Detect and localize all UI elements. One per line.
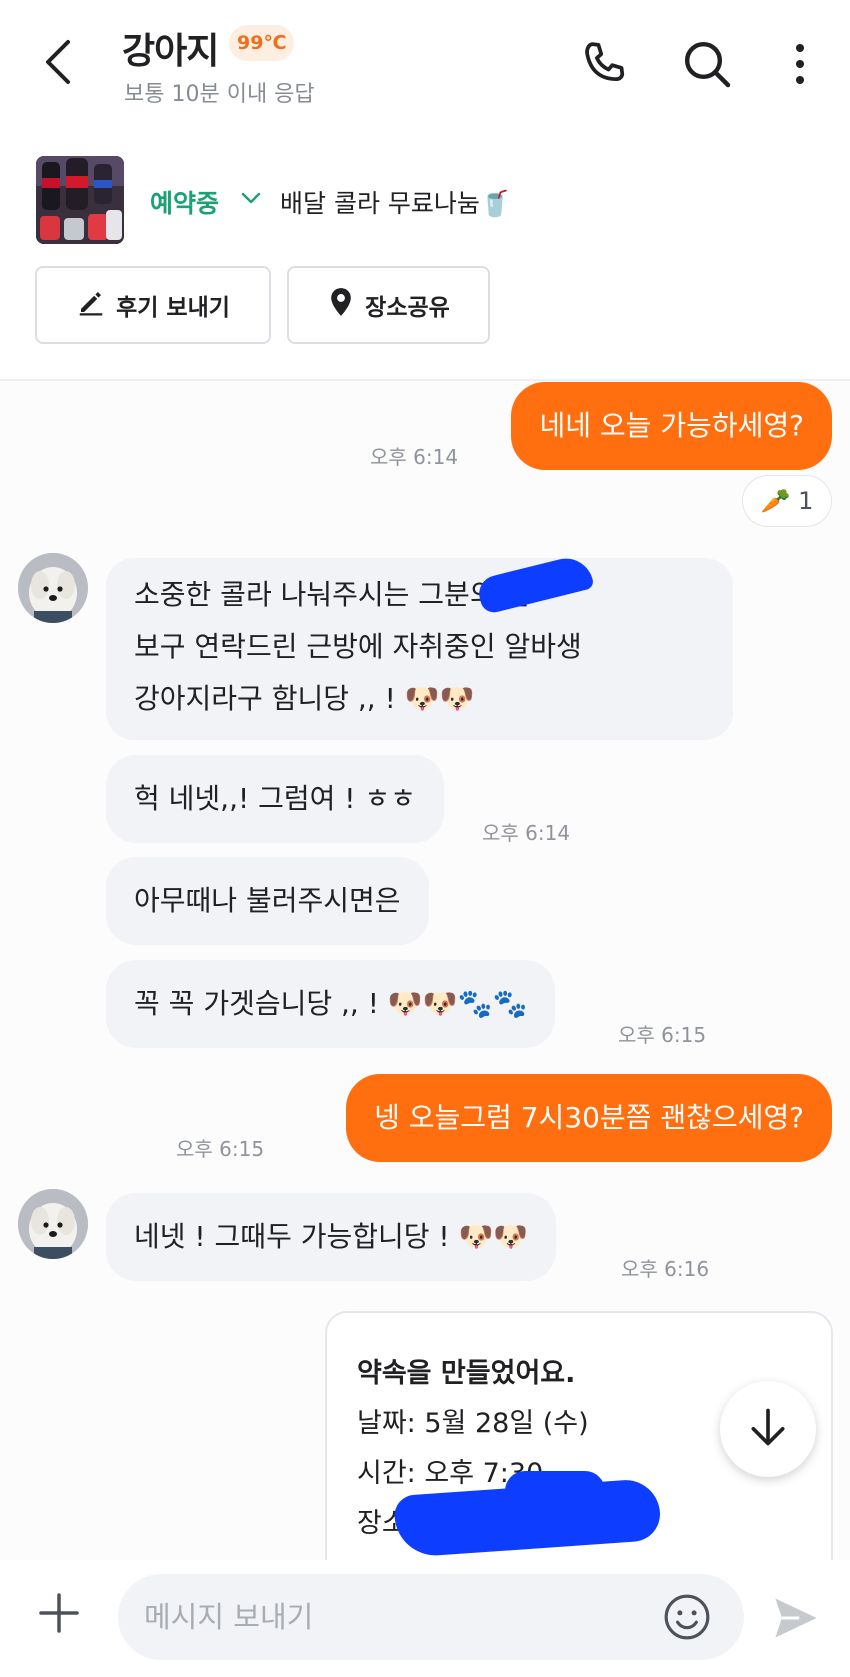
chevron-down-icon[interactable] <box>240 187 262 209</box>
appointment-title: 약속을 만들었어요. <box>357 1358 576 1389</box>
message-composer <box>0 1560 850 1677</box>
chat-message-list[interactable]: 네네 오늘 가능하세영? 오후 6:14 🥕 1 소중한 콜라 나눠주시는 그분… <box>0 381 850 1560</box>
avatar[interactable] <box>18 553 88 623</box>
message-time: 오후 6:14 <box>482 821 571 845</box>
product-summary: 예약중 배달 콜라 무료나눔🥤 후기 보내기 장소공유 <box>0 124 850 381</box>
incoming-message[interactable]: 아무때나 불러주시면은 <box>106 857 429 945</box>
outgoing-message[interactable]: 넹 오늘그럼 7시30분쯤 괜찮으세영? <box>346 1074 832 1162</box>
redaction-scribble <box>505 1471 605 1511</box>
reservation-status[interactable]: 예약중 <box>150 184 219 220</box>
incoming-message[interactable]: 헉 네넷,,! 그럼여 ! ㅎㅎ <box>106 755 444 843</box>
chat-partner-name: 강아지 <box>122 31 219 72</box>
message-time: 오후 6:14 <box>370 445 459 469</box>
response-time-label: 보통 10분 이내 응답 <box>124 82 315 107</box>
search-icon[interactable] <box>679 36 735 92</box>
message-input[interactable] <box>118 1574 744 1660</box>
incoming-message[interactable]: 네넷 ! 그때두 가능합니당 ! 🐶🐶 <box>106 1193 557 1281</box>
share-place-label: 장소공유 <box>365 295 450 321</box>
appointment-date: 날짜: 5월 28일 (수) <box>357 1408 589 1439</box>
phone-icon[interactable] <box>577 36 633 92</box>
product-thumbnail[interactable] <box>36 156 124 244</box>
reaction-badge[interactable]: 🥕 1 <box>742 475 832 527</box>
message-line: 보구 연락드린 근방에 자취중인 알바생 <box>134 630 582 663</box>
share-place-button[interactable]: 장소공유 <box>287 266 490 344</box>
arrow-down-icon <box>746 1405 790 1453</box>
send-icon[interactable] <box>770 1592 822 1644</box>
chat-header: 강아지 99℃ 보통 10분 이내 응답 <box>0 0 850 125</box>
send-review-button[interactable]: 후기 보내기 <box>35 266 271 344</box>
avatar[interactable] <box>18 1189 88 1259</box>
send-review-label: 후기 보내기 <box>116 295 230 321</box>
more-vertical-icon[interactable] <box>780 36 820 92</box>
scroll-to-bottom-button[interactable] <box>720 1381 816 1477</box>
message-time: 오후 6:15 <box>618 1023 707 1047</box>
plus-icon[interactable] <box>36 1590 82 1636</box>
emoji-icon[interactable] <box>662 1592 712 1642</box>
back-arrow-icon[interactable] <box>38 36 82 88</box>
message-line: 강아지라구 함니당 ,, ! 🐶🐶 <box>134 682 475 715</box>
incoming-message[interactable]: 소중한 콜라 나눠주시는 그분의 글 보구 연락드린 근방에 자취중인 알바생 … <box>106 558 733 740</box>
message-time: 오후 6:16 <box>621 1257 710 1281</box>
message-time: 오후 6:15 <box>176 1137 265 1161</box>
message-line: 소중한 콜라 나눠주시는 그분의 글 <box>134 578 531 611</box>
manner-temperature-badge: 99℃ <box>229 25 295 61</box>
incoming-message[interactable]: 꼭 꼭 가겟슴니당 ,, ! 🐶🐶🐾🐾 <box>106 960 556 1048</box>
location-pin-icon <box>327 287 355 323</box>
outgoing-message[interactable]: 네네 오늘 가능하세영? <box>511 382 832 470</box>
pencil-icon <box>76 287 106 323</box>
product-title[interactable]: 배달 콜라 무료나눔🥤 <box>280 184 511 220</box>
